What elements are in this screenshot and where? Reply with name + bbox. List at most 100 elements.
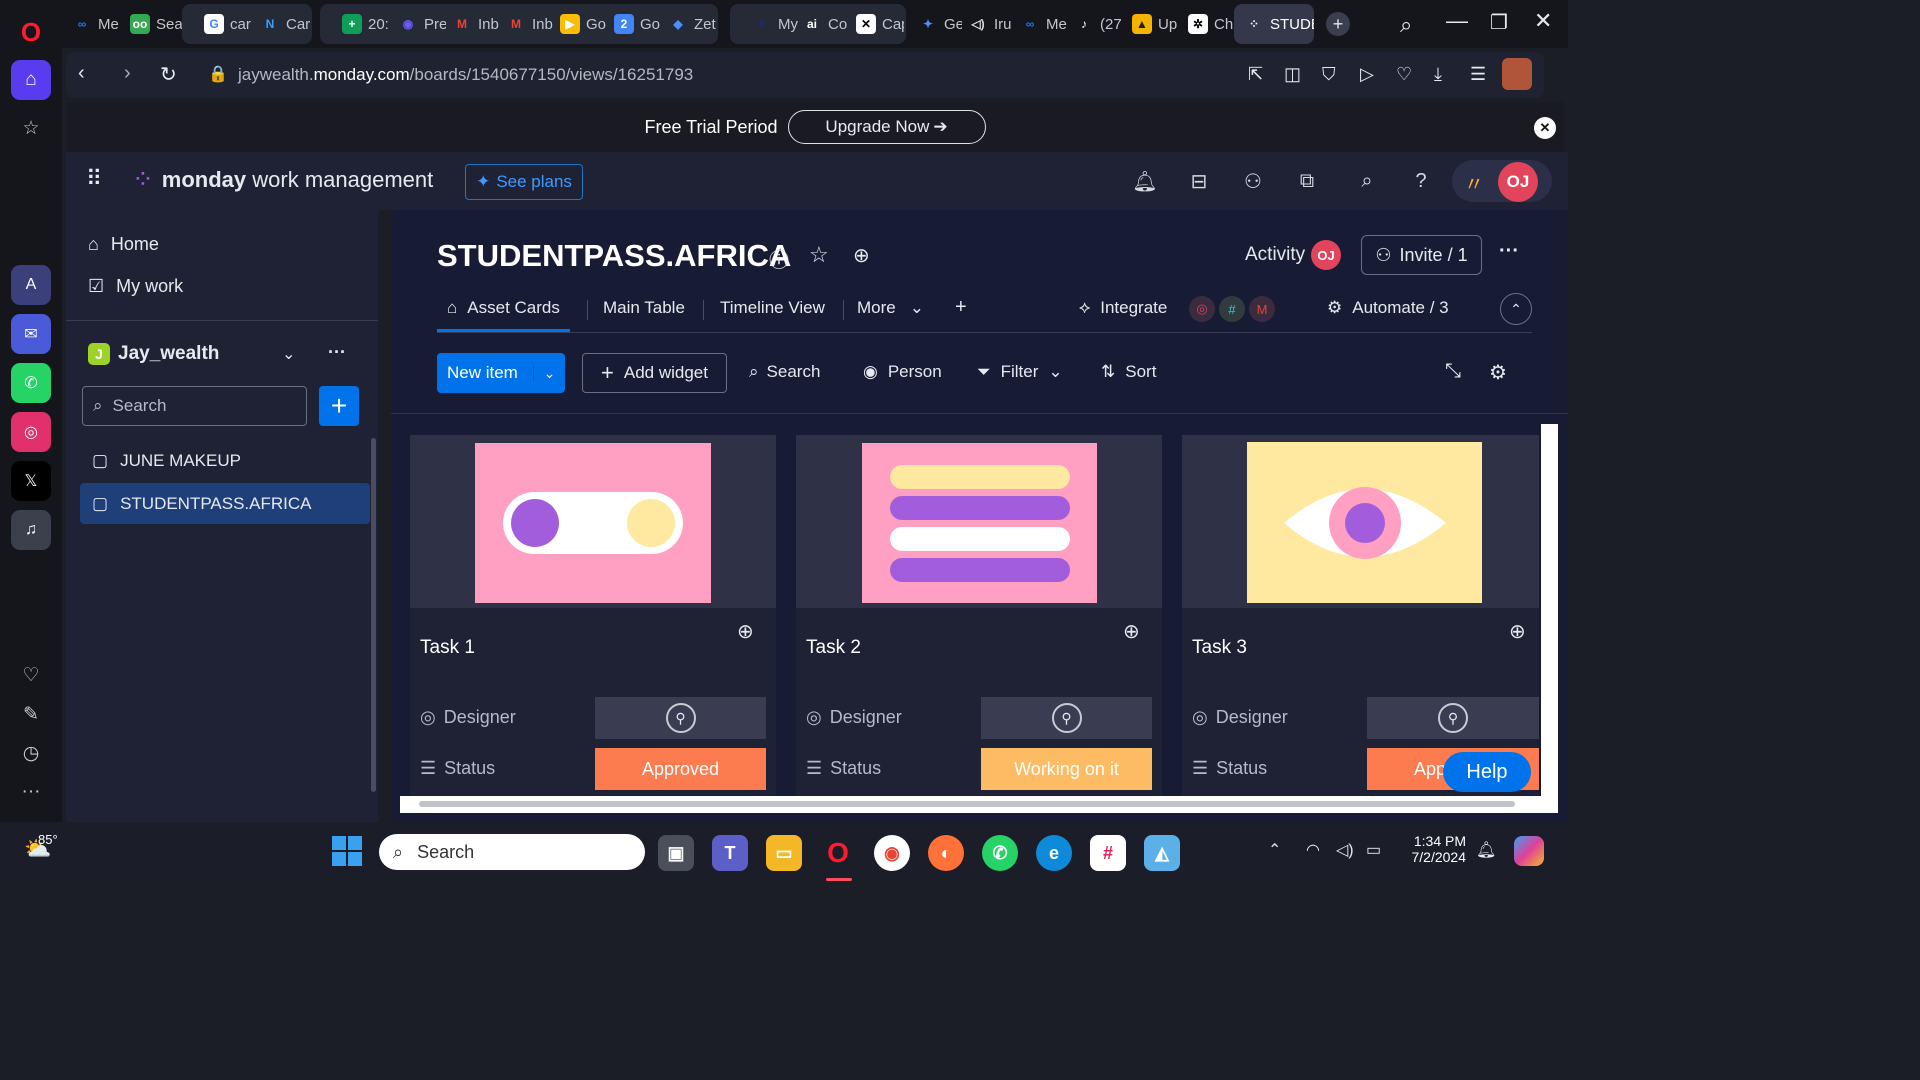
settings-gear-icon[interactable]: ⚙ <box>1489 360 1507 385</box>
slack-icon[interactable]: # <box>1090 835 1126 871</box>
task-view-icon[interactable]: ▣ <box>658 835 694 871</box>
nav-home[interactable]: ⌂ Home <box>88 234 159 255</box>
board-title[interactable]: STUDENTPASS.AFRICA <box>437 238 791 274</box>
status-badge[interactable]: Working on it <box>981 748 1152 790</box>
whatsapp-icon[interactable]: ✆ <box>982 835 1018 871</box>
messenger-icon[interactable]: ✉ <box>11 314 51 354</box>
status-badge[interactable]: Approved <box>595 748 766 790</box>
chevron-down-icon[interactable]: ⌄ <box>282 344 295 364</box>
add-view-button[interactable]: + <box>955 296 967 319</box>
scrollbar-thumb[interactable] <box>419 801 1515 807</box>
add-update-icon[interactable]: ⊕ <box>1509 619 1526 644</box>
see-plans-button[interactable]: ✦ See plans <box>465 164 583 200</box>
chevron-up-icon[interactable]: ⌃ <box>1268 840 1281 860</box>
tab[interactable]: oo Sea <box>124 6 182 42</box>
reload-button[interactable]: ↻ <box>160 62 177 87</box>
edit-icon[interactable]: ✎ <box>11 694 51 734</box>
download-icon[interactable]: ⤓ <box>1434 64 1442 85</box>
invite-button[interactable]: ⚇ Invite / 1 <box>1361 235 1482 275</box>
filter-button[interactable]: ⏷ Filter ⌄ <box>977 362 1063 382</box>
add-update-icon[interactable]: ⊕ <box>1123 619 1140 644</box>
copilot-icon[interactable] <box>1514 836 1544 866</box>
clock[interactable]: 1:34 PM 7/2/2024 <box>1400 833 1467 865</box>
board-item-june-makeup[interactable]: ▢ JUNE MAKEUP <box>80 440 370 482</box>
snap-icon[interactable]: ⇱ <box>1248 64 1263 85</box>
volume-icon[interactable]: ◁) <box>1336 840 1354 860</box>
tab[interactable]: M Inb <box>446 6 500 42</box>
horizontal-scrollbar[interactable] <box>400 796 1558 813</box>
board-item-studentpass[interactable]: ▢ STUDENTPASS.AFRICA <box>80 483 370 524</box>
card-title[interactable]: Task 1 <box>420 637 475 659</box>
workspace-name[interactable]: Jay_wealth <box>118 343 219 365</box>
tab[interactable]: ♪ (27 <box>1068 6 1126 42</box>
add-widget-button[interactable]: + Add widget <box>582 353 727 393</box>
tab[interactable]: N Car <box>254 6 310 42</box>
notifications-icon[interactable]: 🔔︎ <box>1130 166 1160 196</box>
instagram-icon[interactable]: ◎ <box>11 412 51 452</box>
nav-search-input[interactable]: ⌕ Search <box>82 386 307 426</box>
tab[interactable]: ∞ Me <box>66 6 126 42</box>
forward-button[interactable]: › <box>124 62 131 85</box>
minimize-button[interactable]: — <box>1446 8 1468 34</box>
tab[interactable]: ✦ My <box>746 6 802 42</box>
whatsapp-icon[interactable]: ✆ <box>11 363 51 403</box>
tab[interactable]: ✕Cap <box>850 6 904 42</box>
help-button[interactable]: Help <box>1443 752 1531 792</box>
avatar[interactable]: OJ <box>1498 162 1538 202</box>
updates-icon[interactable]: ⊕ <box>853 243 870 268</box>
tab[interactable]: ✲ Ch <box>1182 6 1234 42</box>
restore-button[interactable]: ❐ <box>1490 10 1508 35</box>
close-window-button[interactable]: ✕ <box>1534 8 1552 34</box>
search-tabs-icon[interactable]: ⌕ <box>1400 12 1412 38</box>
teams-icon[interactable]: T <box>712 835 748 871</box>
camera-icon[interactable]: ◫ <box>1284 64 1301 85</box>
tab-more[interactable]: More ⌄ <box>857 298 924 318</box>
notification-bell-icon[interactable]: 🔔︎ <box>1476 840 1496 860</box>
tab[interactable]: ◁) Iru <box>962 6 1014 42</box>
tab-timeline-view[interactable]: Timeline View <box>720 298 825 318</box>
person-cell[interactable]: ⚲ <box>981 697 1152 739</box>
music-icon[interactable]: ♫ <box>11 510 51 550</box>
taskbar-search[interactable]: ⌕ Search <box>379 834 645 870</box>
board-more-icon[interactable]: ··· <box>1499 240 1519 263</box>
tab[interactable]: ai Co <box>796 6 850 42</box>
invite-members-icon[interactable]: ⚇ <box>1238 166 1268 196</box>
heart-icon[interactable]: ♡ <box>1396 64 1412 85</box>
nav-scrollbar[interactable] <box>371 438 376 792</box>
chevron-down-icon[interactable]: ⌄ <box>533 364 565 382</box>
home-icon[interactable]: ⌂ <box>11 60 51 100</box>
tab[interactable]: M Inb <box>500 6 554 42</box>
tab-asset-cards[interactable]: ⌂ Asset Cards <box>437 286 570 332</box>
card-title[interactable]: Task 2 <box>806 637 861 659</box>
wifi-icon[interactable]: ◠ <box>1306 840 1320 860</box>
heart-icon[interactable]: ♡ <box>11 655 51 695</box>
vertical-scrollbar[interactable] <box>1541 424 1558 796</box>
favorite-star-icon[interactable]: ☆ <box>809 242 829 268</box>
history-icon[interactable]: ◷ <box>11 733 51 773</box>
integrate-button[interactable]: ⟡ Integrate <box>1079 298 1167 318</box>
search-button[interactable]: ⌕ Search <box>749 362 820 382</box>
collapse-header-button[interactable]: ⌃ <box>1500 293 1532 325</box>
tab[interactable]: ◆ Zet <box>662 6 716 42</box>
new-item-button[interactable]: New item ⌄ <box>437 353 565 393</box>
battery-icon[interactable]: ▭ <box>1366 840 1381 860</box>
windows-start-icon[interactable] <box>332 836 362 866</box>
person-cell[interactable]: ⚲ <box>595 697 766 739</box>
aria-icon[interactable]: A <box>11 265 51 305</box>
apps-grid-icon[interactable]: ⠿ <box>86 166 103 192</box>
photos-icon[interactable]: ◭ <box>1144 835 1180 871</box>
back-button[interactable]: ‹ <box>78 62 85 85</box>
card-title[interactable]: Task 3 <box>1192 637 1247 659</box>
close-banner-button[interactable]: ✕ <box>1534 117 1556 139</box>
opera-icon[interactable]: O <box>820 835 856 871</box>
file-explorer-icon[interactable]: ▭ <box>766 835 802 871</box>
chrome-icon[interactable]: ◉ <box>874 835 910 871</box>
person-filter-button[interactable]: ◉ Person <box>863 362 942 382</box>
activity-avatar[interactable]: OJ <box>1311 240 1341 270</box>
star-icon[interactable]: ☆ <box>11 108 51 148</box>
upgrade-now-button[interactable]: Upgrade Now ➔ <box>787 110 986 144</box>
new-tab-button[interactable]: + <box>1326 12 1350 36</box>
weather-temp[interactable]: 85° <box>38 832 58 847</box>
more-icon[interactable]: ··· <box>11 772 51 812</box>
opera-logo-icon[interactable]: O <box>11 12 51 52</box>
